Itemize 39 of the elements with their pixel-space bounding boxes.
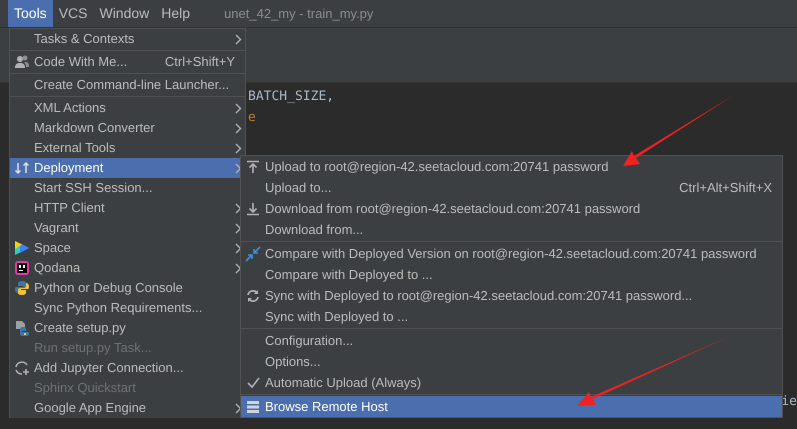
menu-item[interactable]: Browse Remote Host [241, 396, 782, 417]
chevron-right-icon [234, 122, 242, 134]
menu-item[interactable]: Code With Me... Ctrl+Shift+Y [10, 52, 245, 72]
python-icon [14, 280, 30, 296]
people-icon [14, 54, 30, 70]
chevron-right-icon [234, 222, 242, 234]
robot-logo-icon [14, 260, 30, 276]
window-title: unet_42_my - train_my.py [224, 4, 374, 23]
chevron-right-icon [234, 102, 242, 114]
menu-item[interactable]: Tasks & Contexts [10, 29, 245, 49]
menu-bar-item[interactable]: VCS [52, 0, 94, 27]
chevron-right-icon [234, 142, 242, 154]
chevron-right-icon [234, 242, 242, 254]
menu-item[interactable]: Compare with Deployed Version on root@region-42.seetacloud.com:20741 password [241, 243, 782, 264]
menu-item[interactable]: Create Command-line Launcher... [10, 75, 245, 95]
sync-icon [245, 288, 261, 304]
server-list-icon [246, 400, 260, 414]
triangle-logo-icon [14, 240, 30, 256]
code-line: ie [781, 392, 797, 410]
menu-item[interactable]: External Tools [10, 138, 245, 158]
upload-icon [246, 160, 260, 174]
chevron-right-icon [234, 202, 242, 214]
menu-item[interactable]: XML Actions [10, 98, 245, 118]
chevron-right-icon [234, 34, 242, 44]
menu-item[interactable]: Markdown Converter [10, 118, 245, 138]
chevron-right-icon [234, 262, 242, 274]
menu-bar-item[interactable]: Tools [8, 0, 53, 27]
chevron-right-icon [234, 162, 242, 174]
menu-bar-item[interactable]: Window [93, 0, 156, 27]
up-down-arrows-icon [14, 160, 30, 176]
python-file-icon [14, 320, 30, 336]
download-icon [246, 202, 260, 216]
code-line: e [248, 108, 256, 127]
compare-arrows-icon [245, 246, 261, 262]
refresh-plus-icon [14, 360, 30, 376]
chevron-right-icon [234, 402, 242, 414]
menu-item[interactable]: Upload to... Ctrl+Alt+Shift+X [241, 177, 782, 198]
menu-bar-item[interactable]: Help [155, 0, 196, 27]
code-line: BATCH_SIZE, [248, 88, 334, 106]
